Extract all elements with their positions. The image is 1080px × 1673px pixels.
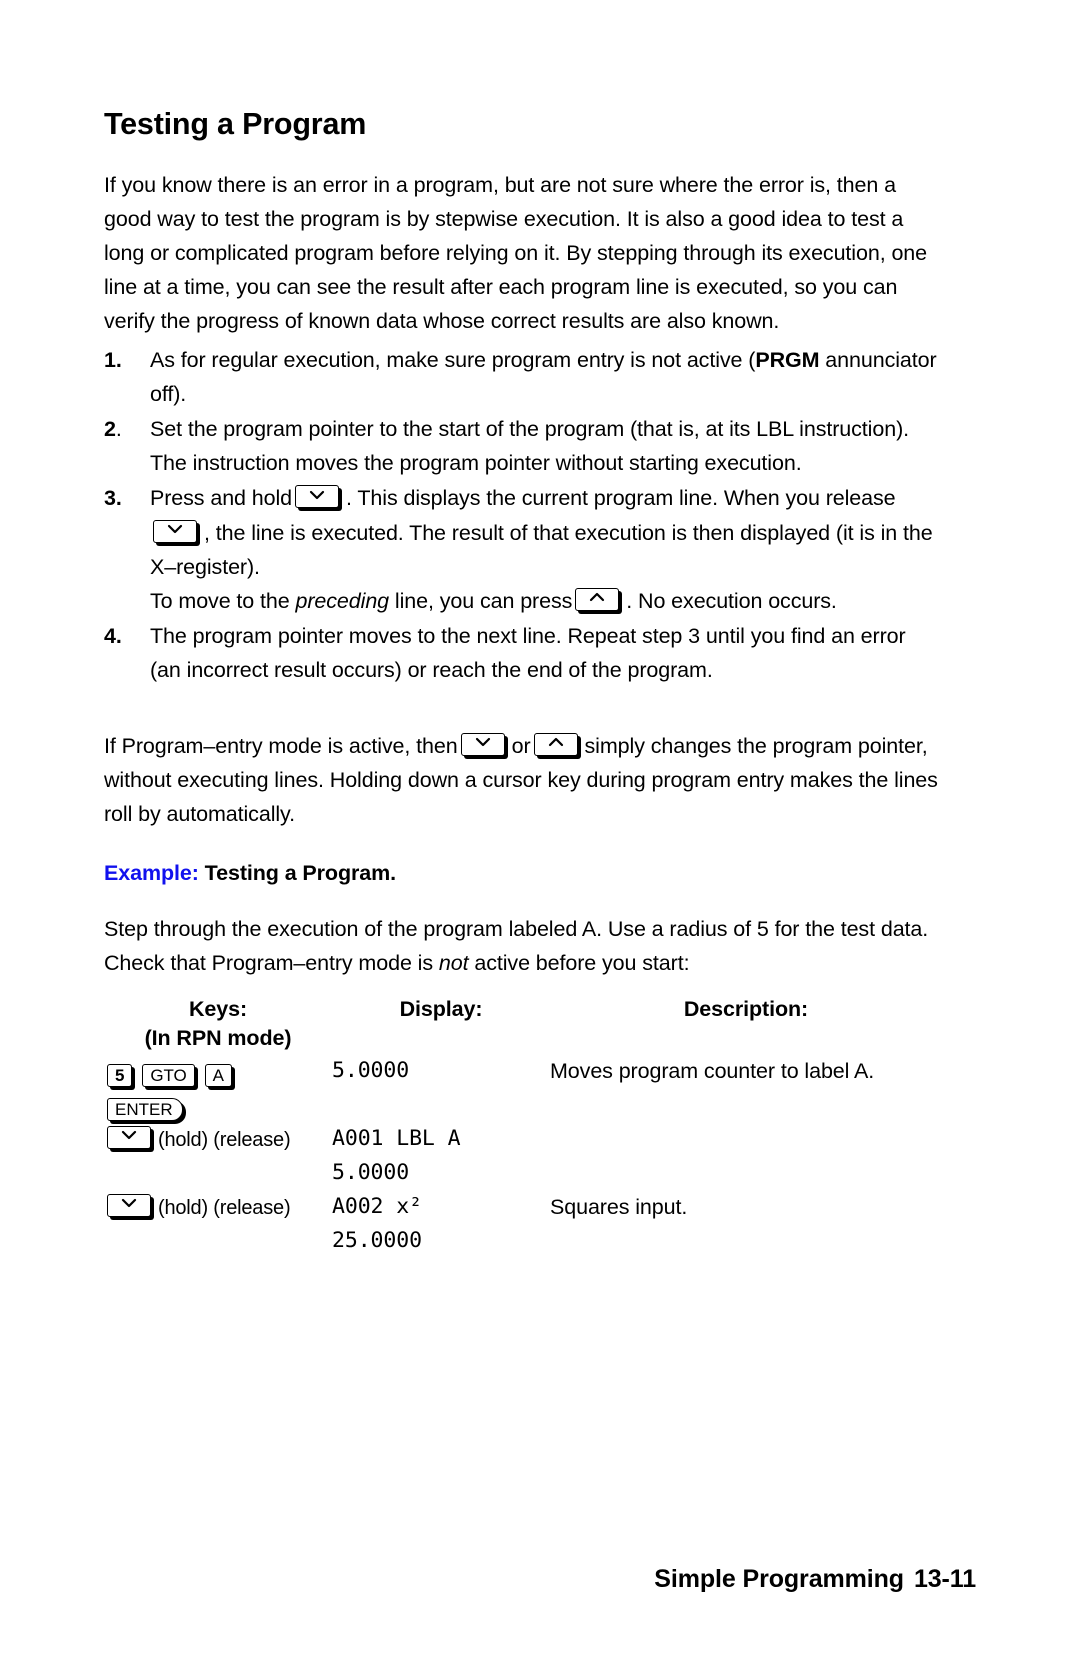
note-part1: If Program–entry mode is active, then [104, 733, 458, 758]
note-paragraph: If Program–entry mode is active, then or s… [104, 729, 942, 832]
not-emphasis: not [438, 951, 469, 976]
display-line: 25.0000 [332, 1227, 422, 1253]
display-cell: 5.0000 [332, 1054, 550, 1088]
step-number: 3. [104, 486, 122, 511]
step-text-part2: . This displays the current program line… [346, 486, 896, 511]
footer-page-number: 13-11 [913, 1565, 976, 1593]
step-item-3: 3. Press and hold . This displays the cur… [104, 481, 942, 618]
step-text: The program pointer moves to the next li… [150, 624, 906, 683]
display-line: 5.0000 [332, 1159, 410, 1185]
page-footer: Simple Programming 13-11 [654, 1565, 976, 1594]
display-line: A001 LBL A [332, 1125, 461, 1151]
down-arrow-key[interactable] [460, 732, 505, 756]
intro-paragraph: If you know there is an error in a progr… [104, 172, 928, 334]
column-header-keys-sublabel: (In RPN mode) [144, 1025, 292, 1050]
down-arrow-key[interactable] [295, 485, 340, 509]
keys-cell: ENTER [104, 1088, 332, 1122]
down-arrow-key[interactable] [107, 1125, 151, 1149]
table-row: 5 GTO A 5.0000 Moves program counter to la… [104, 1054, 942, 1088]
up-arrow-key[interactable] [533, 732, 578, 756]
example-title: Testing a Program. [204, 861, 397, 886]
description-cell [550, 1122, 942, 1190]
key-5[interactable]: 5 [107, 1063, 133, 1087]
column-header-keys-label: Keys: [188, 996, 248, 1021]
table-row: (hold) (release) A002 x² 25.0000 Squares… [104, 1190, 942, 1258]
down-arrow-key[interactable] [153, 519, 197, 543]
example-intro-part2: active before you start: [474, 951, 690, 976]
keys-cell: (hold) (release) [104, 1122, 332, 1190]
display-cell: A001 LBL A 5.0000 [332, 1122, 550, 1190]
keys-cell: (hold) (release) [104, 1190, 332, 1258]
table-header: Keys: (In RPN mode) Display: Description… [104, 997, 942, 1054]
column-header-display: Display: [399, 996, 483, 1021]
step-item-2: 2. Set the program pointer to the start … [104, 412, 942, 480]
down-arrow-key[interactable] [107, 1193, 151, 1217]
page-title: Testing a Program [104, 107, 367, 141]
subline-part1: To move to the [150, 588, 290, 613]
example-heading: Example: Testing a Program. [104, 861, 942, 886]
hold-release-label: (hold) (release) [158, 1128, 291, 1151]
step-number: 1. [104, 347, 122, 372]
description-cell [550, 1088, 942, 1122]
footer-section: Simple Programming [654, 1565, 904, 1593]
key-a[interactable]: A [204, 1063, 232, 1087]
step-text: Set the program pointer to the start of … [150, 416, 909, 476]
note-conjunction: or [511, 733, 531, 758]
table-row: ENTER [104, 1088, 942, 1122]
key-enter[interactable]: ENTER [107, 1097, 183, 1121]
example-label: Example: [104, 861, 199, 886]
hold-release-label: (hold) (release) [158, 1196, 291, 1219]
step-item-4: 4. The program pointer moves to the next… [104, 619, 942, 687]
display-line: A002 x² [332, 1193, 422, 1219]
step-number: 2. [104, 416, 122, 441]
description-cell: Squares input. [550, 1194, 688, 1219]
step-item-1: 1. As for regular execution, make sure p… [104, 343, 942, 411]
display-cell: A002 x² 25.0000 [332, 1190, 550, 1258]
table-row: (hold) (release) A001 LBL A 5.0000 [104, 1122, 942, 1190]
table-header-row: Keys: (In RPN mode) Display: Description… [104, 997, 942, 1054]
description-cell: Moves program counter to label A. [550, 1058, 875, 1083]
document-page: Testing a Program If you know there is a… [0, 0, 1080, 1673]
preceding-emphasis: preceding [295, 588, 390, 613]
step-number: 4. [104, 624, 122, 649]
step-text-part3: , the line is executed. The result of th… [150, 520, 933, 579]
up-arrow-key[interactable] [575, 587, 620, 611]
display-cell [332, 1088, 550, 1122]
subline-part2: line, you can press [394, 588, 573, 613]
column-header-description: Description: [683, 996, 809, 1021]
step-text-part1: Press and hold [150, 486, 293, 511]
prgm-annunciator-emphasis: PRGM [755, 347, 820, 372]
step-3-subline: To move to the preceding line, you can p… [150, 584, 942, 618]
step-text-before: As for regular execution, make sure prog… [150, 347, 756, 372]
column-header-keys: Keys: (In RPN mode) [104, 997, 332, 1054]
table-body: 5 GTO A 5.0000 Moves program counter to la… [104, 1054, 942, 1258]
example-table: Keys: (In RPN mode) Display: Description… [104, 997, 942, 1258]
example-intro-paragraph: Step through the execution of the progra… [104, 912, 942, 980]
page-content: Testing a Program If you know there is a… [104, 107, 942, 1258]
subline-part3: . No execution occurs. [626, 588, 837, 613]
steps-list: 1. As for regular execution, make sure p… [104, 343, 942, 688]
key-gto[interactable]: GTO [142, 1063, 195, 1087]
display-line: 5.0000 [332, 1057, 410, 1083]
keys-cell: 5 GTO A [104, 1054, 332, 1088]
